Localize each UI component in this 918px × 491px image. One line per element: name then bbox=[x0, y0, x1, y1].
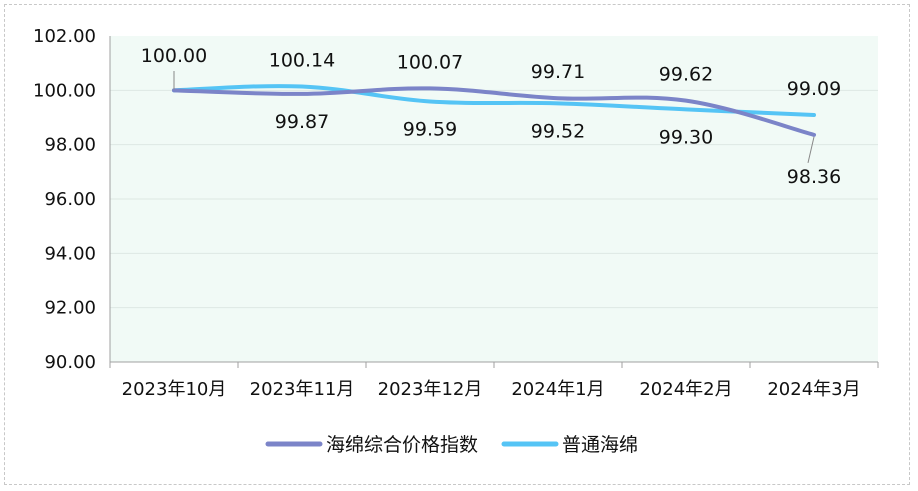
legend-label-1: 海绵综合价格指数 bbox=[326, 434, 478, 456]
data-label: 100.07 bbox=[397, 51, 463, 73]
data-label: 99.52 bbox=[531, 120, 585, 142]
y-tick-label: 98.00 bbox=[44, 135, 96, 156]
data-label: 99.87 bbox=[275, 111, 329, 133]
y-tick-label: 90.00 bbox=[44, 352, 96, 373]
data-label: 98.36 bbox=[787, 166, 841, 188]
x-tick-label: 2023年12月 bbox=[378, 379, 483, 400]
data-label: 100.00 bbox=[141, 45, 207, 67]
legend: 海绵综合价格指数 普通海绵 bbox=[265, 434, 638, 456]
y-axis-ticks: 90.00 92.00 94.00 96.00 98.00 100.00 102.00 bbox=[33, 26, 96, 373]
data-label: 99.71 bbox=[531, 61, 585, 83]
y-tick-label: 94.00 bbox=[44, 243, 96, 264]
x-tick-label: 2023年11月 bbox=[250, 379, 355, 400]
x-axis-ticks: 2023年10月 2023年11月 2023年12月 2024年1月 2024年2月 20… bbox=[109, 362, 879, 400]
x-tick-label: 2024年3月 bbox=[767, 379, 860, 400]
y-tick-label: 102.00 bbox=[33, 26, 96, 47]
data-label: 99.09 bbox=[787, 78, 841, 100]
data-label: 99.62 bbox=[659, 64, 713, 86]
data-label: 99.30 bbox=[659, 126, 713, 148]
x-tick-label: 2024年2月 bbox=[639, 379, 732, 400]
data-label: 99.59 bbox=[403, 118, 457, 140]
line-chart: 90.00 92.00 94.00 96.00 98.00 100.00 102.00 20… bbox=[33, 26, 879, 456]
legend-label-2: 普通海绵 bbox=[562, 434, 638, 456]
y-tick-label: 100.00 bbox=[33, 80, 96, 101]
data-label: 100.14 bbox=[269, 50, 335, 72]
y-tick-label: 92.00 bbox=[44, 298, 96, 319]
y-tick-label: 96.00 bbox=[44, 189, 96, 210]
x-tick-label: 2023年10月 bbox=[122, 379, 227, 400]
x-tick-label: 2024年1月 bbox=[511, 379, 604, 400]
